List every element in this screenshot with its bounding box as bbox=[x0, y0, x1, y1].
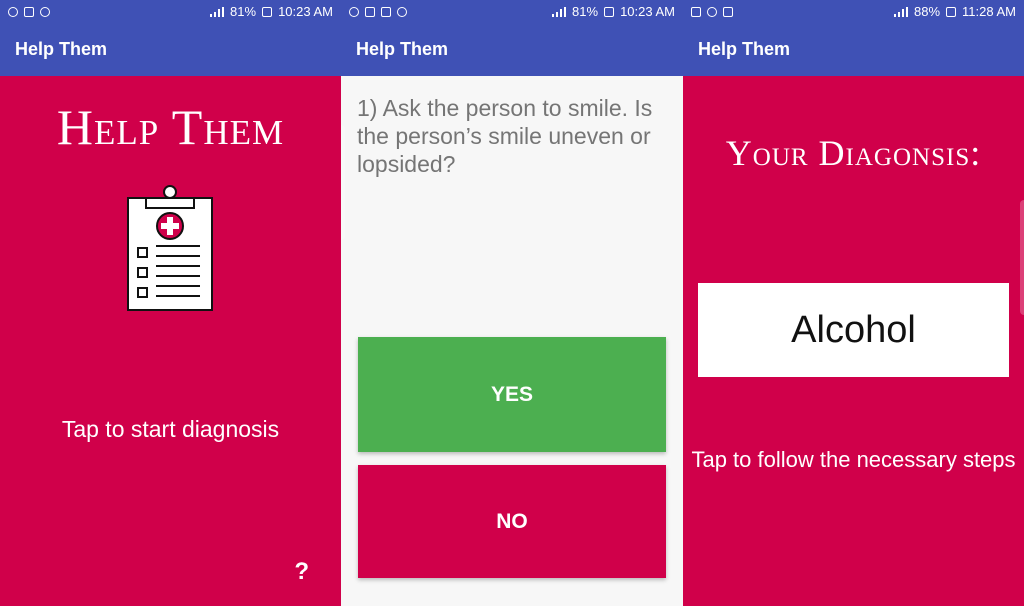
follow-steps-label[interactable]: Tap to follow the necessary steps bbox=[683, 446, 1024, 474]
signal-icon bbox=[894, 6, 908, 17]
swipe-edge-right bbox=[1020, 200, 1024, 315]
start-diagnosis-area[interactable]: Help Them Tap to start diagnosis ? bbox=[0, 76, 341, 606]
app-notification-icon bbox=[24, 6, 34, 17]
diagnosis-title: Your Diagonsis: bbox=[725, 133, 982, 173]
app-notification-icon bbox=[691, 6, 701, 17]
gallery-icon bbox=[723, 6, 733, 17]
status-bar: 81% 10:23 AM bbox=[0, 0, 341, 23]
diagnosis-result: Alcohol bbox=[698, 283, 1009, 377]
chat-icon bbox=[397, 6, 407, 17]
clipboard-medical-icon bbox=[127, 185, 213, 311]
help-button[interactable]: ? bbox=[294, 558, 309, 586]
question-panel: 1) Ask the person to smile. Is the perso… bbox=[341, 76, 683, 606]
app-screens: 81% 10:23 AM Help Them Help Them Tap to … bbox=[0, 0, 1024, 606]
app-bar-title: Help Them bbox=[698, 39, 791, 59]
swipe-edge-left bbox=[341, 125, 345, 240]
question-text: 1) Ask the person to smile. Is the perso… bbox=[357, 94, 667, 178]
app-notification-icon bbox=[365, 6, 375, 17]
yes-button[interactable]: YES bbox=[358, 337, 666, 452]
status-system-icons: 88% 11:28 AM bbox=[894, 4, 1016, 19]
result-panel[interactable]: Your Diagonsis: Alcohol Tap to follow th… bbox=[683, 76, 1024, 606]
start-diagnosis-label[interactable]: Tap to start diagnosis bbox=[0, 416, 341, 443]
status-notification-icons bbox=[691, 6, 733, 17]
home-title: Help Them bbox=[56, 99, 285, 155]
status-system-icons: 81% 10:23 AM bbox=[552, 4, 675, 19]
notification-icon bbox=[8, 6, 18, 17]
battery-icon bbox=[946, 6, 957, 17]
status-notification-icons bbox=[349, 6, 407, 17]
battery-percent: 81% bbox=[572, 4, 599, 19]
app-bar: Help Them bbox=[683, 23, 1024, 76]
signal-icon bbox=[552, 6, 567, 17]
app-bar: Help Them bbox=[0, 23, 341, 76]
clock: 10:23 AM bbox=[620, 4, 675, 19]
question-number: 1) bbox=[357, 95, 378, 121]
status-notification-icons bbox=[8, 6, 50, 17]
gallery-icon bbox=[381, 6, 391, 17]
screen-result: 88% 11:28 AM Help Them Your Diagonsis: A… bbox=[683, 0, 1024, 606]
battery-percent: 88% bbox=[914, 4, 941, 19]
battery-icon bbox=[262, 6, 273, 17]
screen-home: 81% 10:23 AM Help Them Help Them Tap to … bbox=[0, 0, 341, 606]
app-bar-title: Help Them bbox=[15, 39, 108, 59]
chat-icon bbox=[40, 6, 50, 17]
status-bar: 88% 11:28 AM bbox=[683, 0, 1024, 23]
screen-question: 81% 10:23 AM Help Them 1) Ask the person… bbox=[341, 0, 683, 606]
battery-percent: 81% bbox=[230, 4, 257, 19]
clock: 11:28 AM bbox=[962, 4, 1016, 19]
status-bar: 81% 10:23 AM bbox=[341, 0, 683, 23]
signal-icon bbox=[210, 6, 225, 17]
status-system-icons: 81% 10:23 AM bbox=[210, 4, 333, 19]
no-button[interactable]: NO bbox=[358, 465, 666, 578]
battery-icon bbox=[604, 6, 615, 17]
chat-icon bbox=[707, 6, 717, 17]
question-body: Ask the person to smile. Is the person’s… bbox=[357, 95, 653, 177]
app-bar: Help Them bbox=[341, 23, 683, 76]
notification-icon bbox=[349, 6, 359, 17]
app-bar-title: Help Them bbox=[356, 39, 449, 59]
clock: 10:23 AM bbox=[278, 4, 333, 19]
